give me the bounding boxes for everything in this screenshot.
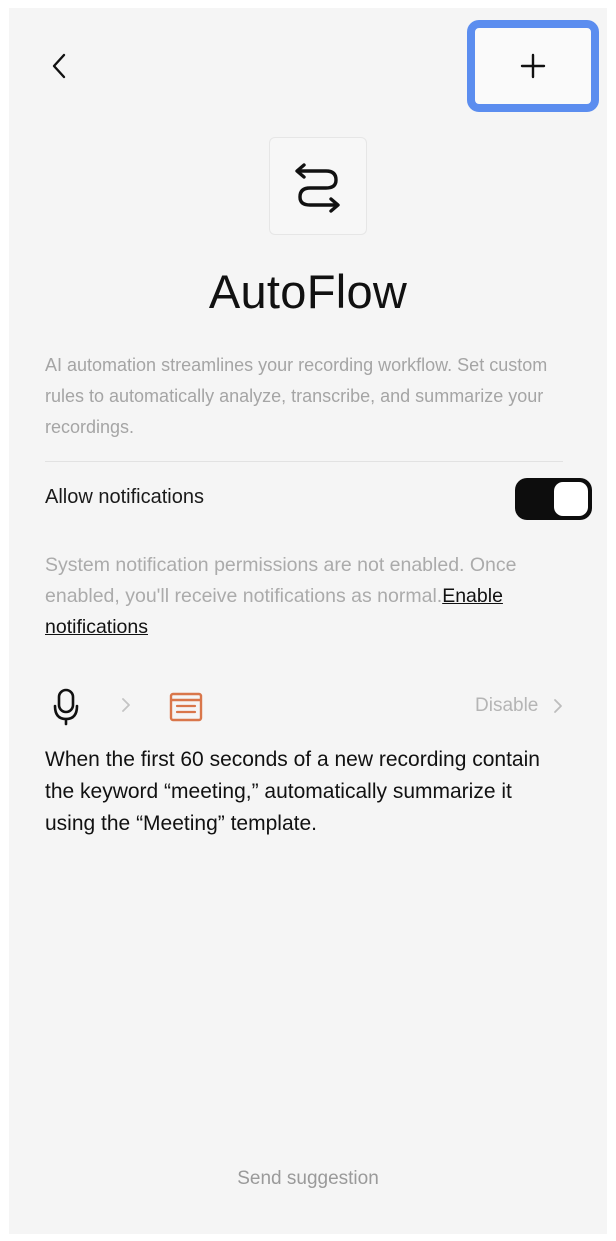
allow-notifications-label: Allow notifications	[45, 486, 204, 508]
chevron-right-icon	[122, 698, 130, 712]
toggle-knob	[554, 482, 588, 516]
system-notification-note: System notification permissions are not …	[45, 550, 575, 643]
chevron-left-icon	[52, 53, 66, 79]
rule-flow-row: Disable	[45, 686, 585, 730]
swap-arrows-icon	[295, 163, 340, 213]
allow-notifications-toggle[interactable]	[515, 478, 592, 520]
send-suggestion-button[interactable]: Send suggestion	[0, 1168, 616, 1190]
chevron-right-icon	[554, 699, 563, 713]
app-description: AI automation streamlines your recording…	[45, 355, 548, 437]
microphone-icon	[53, 688, 79, 726]
disable-rule-button[interactable]: Disable	[475, 695, 564, 717]
add-rule-button[interactable]	[467, 20, 599, 112]
app-icon	[269, 137, 367, 235]
back-button[interactable]	[40, 46, 80, 86]
divider	[45, 461, 563, 462]
page-title: AutoFlow	[208, 265, 408, 318]
disable-label: Disable	[475, 695, 539, 716]
rule-description: When the first 60 seconds of a new recor…	[45, 748, 540, 835]
document-summary-icon	[169, 692, 203, 722]
plus-icon	[520, 53, 546, 79]
